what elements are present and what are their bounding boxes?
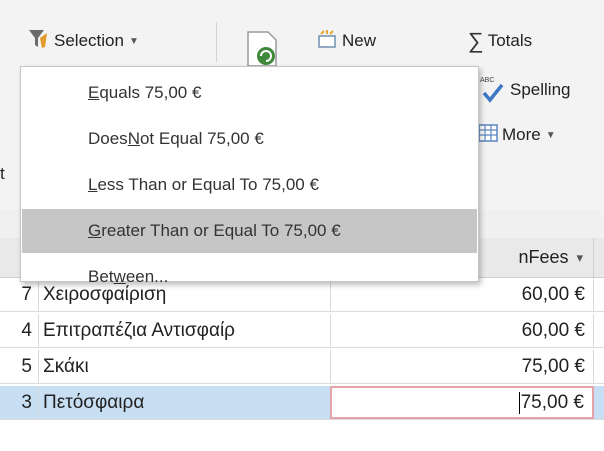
selection-button[interactable]: Selection ▼ (28, 24, 139, 58)
spelling-icon: ABC (480, 77, 504, 103)
menu-item-label: Bet (88, 267, 114, 286)
column-header-next[interactable] (594, 238, 604, 278)
refresh-all-icon[interactable] (244, 30, 284, 67)
row-id-cell[interactable]: 5 (0, 350, 36, 383)
fee-value: 60,00 € (521, 319, 585, 341)
menu-item-accelerator: E (88, 83, 100, 102)
sort-descending-icon[interactable]: ▾ (576, 250, 583, 266)
fee-header-label: nFees (518, 247, 569, 267)
selection-filter-menu: Equals 75,00 € Does Not Equal 75,00 € Less… (20, 66, 479, 286)
row-fee-cell[interactable]: 75,00 € (330, 350, 594, 383)
chevron-down-icon: ▼ (545, 129, 556, 141)
menu-item-label: quals 75,00 € (99, 83, 202, 102)
sigma-icon: ∑ (468, 28, 484, 53)
spelling-button[interactable]: ABC Spelling (480, 74, 571, 106)
table-row[interactable]: 5 Σκάκι 75,00 € (0, 350, 604, 384)
table-row[interactable]: 3 Πετόσφαιρα 75,00 € (0, 386, 604, 420)
menu-item-accelerator: N (127, 129, 140, 148)
group-label-fragment: t (0, 164, 5, 183)
new-record-icon (318, 29, 336, 53)
new-label: New (342, 31, 377, 50)
fee-value: 75,00 € (521, 355, 585, 377)
row-fee-cell[interactable]: 75,00 € (330, 386, 594, 419)
selection-label: Selection (54, 31, 124, 50)
totals-button[interactable]: ∑ Totals (468, 26, 532, 56)
table-row[interactable]: 4 Επιτραπέζια Αντισφαίρ 60,00 € (0, 314, 604, 348)
menu-item-accelerator: G (88, 221, 102, 240)
menu-item-label: ot Equal 75,00 € (139, 129, 264, 148)
fee-value: 60,00 € (521, 283, 585, 305)
chevron-down-icon: ▼ (128, 35, 139, 47)
menu-item-accelerator: w (113, 267, 126, 286)
menu-item-label: Does (88, 129, 128, 148)
menu-item-label: een... (125, 267, 169, 286)
more-label: More (502, 125, 541, 144)
menu-item-greater-than-or-equal[interactable]: Greater Than or Equal To 75,00 € (22, 209, 477, 253)
fee-value: 75,00 € (520, 391, 584, 413)
row-id-cell[interactable]: 4 (0, 314, 36, 347)
row-name-cell[interactable]: Σκάκι (38, 350, 328, 383)
text-caret (518, 391, 520, 414)
filter-selection-icon (28, 28, 48, 55)
menu-item-label: reater Than or Equal To 75,00 € (101, 221, 341, 240)
menu-item-label: ess Than or Equal To 75,00 € (97, 175, 319, 194)
menu-item-equals[interactable]: Equals 75,00 € (22, 71, 477, 115)
menu-item-less-than-or-equal[interactable]: Less Than or Equal To 75,00 € (22, 163, 477, 207)
spelling-label: Spelling (510, 80, 571, 99)
row-name-cell[interactable]: Πετόσφαιρα (38, 386, 328, 419)
row-fee-cell[interactable]: 60,00 € (330, 314, 594, 347)
totals-label: Totals (487, 31, 533, 50)
row-name-cell[interactable]: Επιτραπέζια Αντισφαίρ (38, 314, 328, 347)
ribbon-separator (216, 22, 217, 62)
new-record-button[interactable]: New (318, 26, 376, 56)
menu-item-between[interactable]: Bet w een... (22, 255, 477, 299)
more-icon (478, 123, 498, 147)
menu-item-does-not-equal[interactable]: Does Not Equal 75,00 € (22, 117, 477, 161)
menu-item-accelerator: L (88, 175, 98, 194)
row-id-cell[interactable]: 3 (0, 386, 36, 419)
more-button[interactable]: More ▼ (478, 120, 556, 150)
